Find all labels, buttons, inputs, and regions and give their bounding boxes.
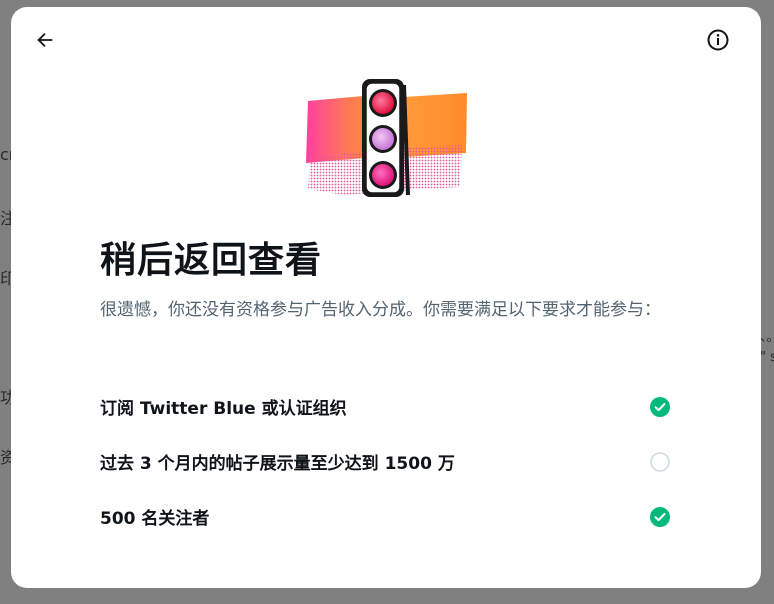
- requirements-list: 订阅 Twitter Blue 或认证组织 过去 3 个月内的帖子展示量至少达到…: [100, 379, 670, 544]
- arrow-left-icon: [37, 32, 53, 48]
- requirement-item: 过去 3 个月内的帖子展示量至少达到 1500 万: [100, 434, 670, 489]
- requirement-text: 过去 3 个月内的帖子展示量至少达到 1500 万: [100, 454, 455, 474]
- requirement-item: 订阅 Twitter Blue 或认证组织: [100, 379, 670, 434]
- requirement-text: 订阅 Twitter Blue 或认证组织: [100, 399, 347, 419]
- back-button[interactable]: [28, 23, 62, 57]
- page-title: 稍后返回查看: [100, 240, 323, 281]
- page-subtitle: 很遗憾，你还没有资格参与广告收入分成。你需要满足以下要求才能参与：: [100, 300, 661, 320]
- empty-circle-icon: [650, 451, 670, 472]
- background-text: " s: [760, 350, 774, 365]
- check-circle-icon: [650, 396, 670, 417]
- requirement-text: 500 名关注者: [100, 509, 210, 529]
- info-circle-icon: [707, 29, 729, 51]
- info-button[interactable]: [701, 23, 735, 57]
- background-text: 、。: [760, 330, 774, 345]
- traffic-light-illustration: [306, 79, 467, 197]
- requirement-item: 500 名关注者: [100, 489, 670, 544]
- check-circle-icon: [650, 506, 670, 527]
- eligibility-modal: 稍后返回查看 很遗憾，你还没有资格参与广告收入分成。你需要满足以下要求才能参与：…: [11, 7, 761, 588]
